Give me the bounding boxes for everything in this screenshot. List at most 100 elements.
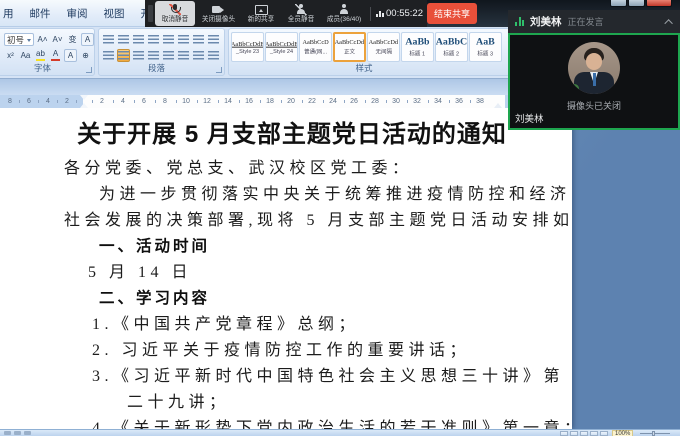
end-share-button[interactable]: 结束共享: [427, 3, 477, 24]
style-sample: AaB: [476, 37, 495, 48]
highlight-color-icon[interactable]: ab: [34, 49, 47, 62]
style-无间隔[interactable]: AaBbCcDd 无间隔: [367, 32, 400, 62]
char-border-icon[interactable]: A: [81, 33, 94, 46]
justify-icon-glyph: [148, 51, 159, 60]
phonetic-guide-icon[interactable]: 变: [66, 33, 79, 46]
change-case-icon[interactable]: Aa: [19, 49, 32, 62]
align-right-icon-glyph: [133, 51, 144, 60]
ruler-tick: [76, 100, 77, 103]
horizontal-ruler[interactable]: 86422468101214161820222426283032343638: [0, 95, 572, 108]
ruler-tick: [134, 100, 135, 103]
video-panel[interactable]: 刘美林 正在发言 摄像头已关闭 刘美林: [508, 10, 680, 130]
ruler-tick: [260, 100, 261, 103]
status-bar: 100%: [0, 429, 680, 436]
increase-indent-icon[interactable]: [162, 33, 175, 46]
paragraph-dialog-launcher-icon[interactable]: [216, 67, 222, 73]
font-size-combo[interactable]: 初号: [4, 33, 34, 46]
tab-mailings[interactable]: 邮件: [22, 0, 59, 26]
tab-yong[interactable]: 用: [0, 0, 22, 26]
superscript-icon[interactable]: x²: [4, 49, 17, 62]
tab-view[interactable]: 视图: [96, 0, 133, 26]
window-controls: [610, 0, 672, 7]
document-page[interactable]: 关于开展 5 月支部主题党日活动的通知 各分党委、党总支、武汉校区党工委：为进一…: [0, 108, 572, 429]
bullets-icon[interactable]: [102, 33, 115, 46]
sort-icon[interactable]: [192, 33, 205, 46]
speaking-volume-icon: [515, 17, 524, 26]
zoom-slider-knob[interactable]: [652, 431, 655, 436]
font-group: 初号A˄A˅变A x²AaabAA⊕ 字体: [0, 28, 95, 76]
camera-off-button[interactable]: 关闭摄像头: [195, 1, 241, 26]
style-标题 2[interactable]: AaBbC标题 2: [435, 32, 468, 62]
toolbar-drag-handle[interactable]: [148, 5, 153, 22]
decrease-indent-icon[interactable]: [147, 33, 160, 46]
grow-font-icon[interactable]: A˄: [36, 33, 49, 46]
doc-line: 二十九讲；: [0, 390, 572, 416]
ruler-number: 22: [307, 95, 317, 108]
enclose-char-icon[interactable]: ⊕: [79, 49, 92, 62]
style-普通(网...[interactable]: AaBbCcD普通(网...: [299, 32, 332, 62]
ruler-number: 2: [97, 95, 107, 108]
distribute-icon-glyph: [163, 51, 174, 60]
style-正文[interactable]: AaBbCcDd正文: [333, 32, 366, 62]
font-dialog-launcher-icon[interactable]: [86, 67, 92, 73]
right-indent-marker[interactable]: [494, 99, 502, 108]
view-fullscreen-icon[interactable]: [570, 431, 578, 436]
align-center-icon[interactable]: [117, 49, 130, 62]
close-icon[interactable]: [646, 0, 672, 7]
align-left-icon[interactable]: [102, 49, 115, 62]
numbering-icon[interactable]: [117, 33, 130, 46]
view-web-icon[interactable]: [580, 431, 588, 436]
tab-review[interactable]: 审阅: [59, 0, 96, 26]
view-draft-icon[interactable]: [600, 431, 608, 436]
font-group-label: 字体: [1, 62, 84, 74]
line-spacing-icon[interactable]: [177, 49, 190, 62]
style-标题 3[interactable]: AaB标题 3: [469, 32, 502, 62]
members-button[interactable]: 成员(36/40): [321, 1, 367, 26]
ruler-tick: [344, 100, 345, 103]
doc-line: 二、学习内容: [0, 286, 572, 312]
ruler-tick: [113, 100, 114, 103]
justify-icon[interactable]: [147, 49, 160, 62]
borders-icon[interactable]: [207, 49, 220, 62]
zoom-slider[interactable]: [640, 433, 670, 434]
style-sample: AaBbCcDd: [369, 38, 398, 45]
ruler-number: 4: [43, 95, 53, 108]
avatar: [568, 42, 620, 94]
unmute-button[interactable]: 取消静音: [155, 1, 195, 26]
shrink-font-icon[interactable]: A˅: [51, 33, 64, 46]
styles-group: AaBbCcDdE_Style 23AaBbCcDdE_Style 24AaBb…: [228, 28, 510, 76]
view-outline-icon[interactable]: [590, 431, 598, 436]
style-name: 无间隔: [375, 47, 392, 56]
maximize-icon[interactable]: [628, 0, 645, 7]
mute-all-button[interactable]: 全员静音: [281, 1, 321, 26]
speaker-name: 刘美林: [530, 14, 562, 29]
show-marks-icon[interactable]: [207, 33, 220, 46]
mic-muted-icon: [169, 4, 181, 15]
style-_Style 23[interactable]: AaBbCcDdE_Style 23: [231, 32, 264, 62]
paragraph-group-label: 段落: [99, 62, 214, 74]
font-color-icon-bar: [51, 59, 60, 62]
share-screen-icon: [255, 4, 267, 15]
style-_Style 24[interactable]: AaBbCcDdE_Style 24: [265, 32, 298, 62]
zoom-level[interactable]: 100%: [612, 430, 633, 436]
style-标题 1[interactable]: AaBb标题 1: [401, 32, 434, 62]
increase-indent-icon-glyph: [163, 35, 174, 44]
multilevel-list-icon[interactable]: [132, 33, 145, 46]
style-sample: AaBb: [405, 37, 429, 48]
view-print-layout-icon[interactable]: [560, 431, 568, 436]
ruler-number: 12: [202, 95, 212, 108]
new-share-button[interactable]: 新的共享: [241, 1, 281, 26]
asian-layout-icon[interactable]: [177, 33, 190, 46]
shading-icon[interactable]: [192, 49, 205, 62]
font-color-icon[interactable]: A: [49, 49, 62, 62]
align-right-icon[interactable]: [132, 49, 145, 62]
ruler-tick: [281, 100, 282, 103]
minimize-icon[interactable]: [610, 0, 627, 7]
doc-line: 2. 习近平关于疫情防控工作的重要讲话；: [0, 338, 572, 364]
signal-bars-icon: [376, 11, 384, 17]
distribute-icon[interactable]: [162, 49, 175, 62]
hanging-indent-marker[interactable]: [80, 99, 88, 108]
participant-name-overlay: 刘美林: [515, 111, 544, 125]
char-shading-icon[interactable]: A: [64, 49, 77, 62]
ruler-tick: [155, 100, 156, 103]
